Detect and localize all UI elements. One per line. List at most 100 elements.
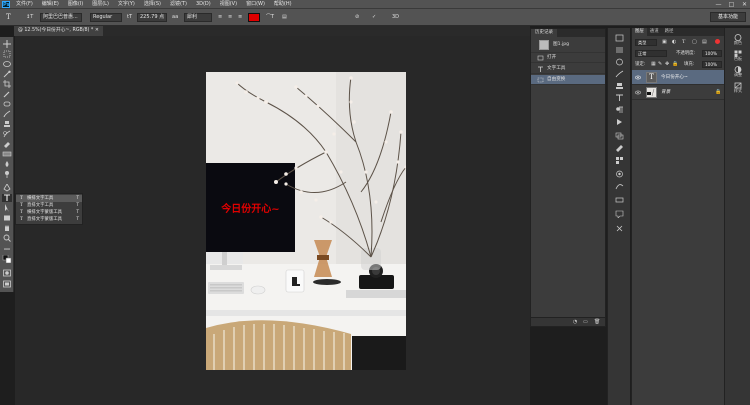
align-left-icon[interactable]: ≡ (218, 13, 222, 22)
menu-help[interactable]: 帮助(H) (274, 0, 292, 9)
close-button[interactable]: ✕ (741, 0, 748, 9)
color-swatches-icon[interactable] (2, 255, 12, 263)
document-tab[interactable]: @ 12.5%(今日份开心~, RGB/8) * ✕ (14, 26, 104, 36)
color-panel-button[interactable]: 颜色 (728, 34, 748, 45)
warp-text-icon[interactable]: ⌒T (266, 13, 274, 22)
tab-history[interactable]: 历史记录 (531, 29, 557, 37)
path-selection-tool-icon[interactable] (2, 204, 12, 212)
toggle-orientation-icon[interactable]: ↕T (26, 13, 33, 22)
canvas-text-layer[interactable]: 今日份开心~ (206, 200, 295, 215)
menu-filter[interactable]: 滤镜(T) (170, 0, 187, 9)
font-size-select[interactable]: 225.79 点 (137, 13, 167, 22)
history-step[interactable]: 文字工具 (531, 64, 605, 74)
commit-edit-icon[interactable]: ✓ (372, 13, 376, 22)
tab-paths[interactable]: 路径 (662, 28, 677, 36)
filter-smart-object-icon[interactable]: ▤ (702, 39, 707, 45)
tools-3d-panel-icon[interactable] (615, 224, 624, 232)
quick-select-tool-icon[interactable] (2, 70, 12, 78)
menu-file[interactable]: 文件(F) (16, 0, 33, 9)
document-canvas[interactable]: 今日份开心~ (206, 72, 406, 370)
eraser-tool-icon[interactable] (2, 140, 12, 148)
swatches-panel-button[interactable]: 色板 (728, 50, 748, 61)
history-step[interactable]: 打开 (531, 53, 605, 63)
maximize-button[interactable]: □ (728, 0, 735, 9)
channels-panel-icon[interactable] (615, 170, 624, 178)
clone-source-panel-icon[interactable] (615, 82, 624, 90)
fill-field[interactable]: 100% (702, 61, 722, 68)
layer-row-text[interactable]: T 今日份开心~ (632, 70, 725, 85)
align-right-icon[interactable]: ≡ (238, 13, 242, 22)
zoom-tool-icon[interactable] (2, 234, 12, 242)
menu-window[interactable]: 窗口(W) (246, 0, 265, 9)
text-color-swatch[interactable] (248, 13, 260, 22)
flyout-vertical-type[interactable]: T 直排文字工具 T (16, 202, 82, 209)
pen-tool-icon[interactable] (2, 184, 12, 192)
layer-comps-panel-icon[interactable] (615, 132, 624, 140)
paragraph-panel-icon[interactable] (615, 106, 624, 114)
lock-transparency-icon[interactable]: ▦ (651, 61, 656, 67)
font-family-select[interactable]: 阿里巴巴普惠... (40, 13, 82, 22)
layer-kind-filter[interactable]: 类型 (635, 39, 657, 46)
align-center-icon[interactable]: ≡ (228, 13, 232, 22)
new-document-from-state-icon[interactable]: ◔ (573, 319, 577, 325)
menu-layer[interactable]: 图层(L) (92, 0, 109, 9)
lock-all-icon[interactable]: 🔒 (672, 61, 678, 67)
styles-panel-button[interactable]: 样式 (728, 82, 748, 93)
history-step-selected[interactable]: 自由变换 (531, 75, 605, 85)
brush-panel-icon[interactable] (615, 70, 624, 78)
healing-brush-tool-icon[interactable] (2, 100, 12, 108)
flyout-vertical-type-mask[interactable]: T 直排文字蒙版工具 T (16, 216, 82, 223)
cancel-edit-icon[interactable]: ⊘ (355, 13, 359, 22)
visibility-eye-icon[interactable] (635, 90, 641, 95)
type-tool-icon[interactable] (2, 194, 12, 202)
flyout-horizontal-type-mask[interactable]: T 横排文字蒙版工具 T (16, 209, 82, 216)
lock-image-icon[interactable]: ✎ (658, 61, 662, 67)
edit-toolbar-icon[interactable] (2, 245, 12, 253)
flyout-horizontal-type[interactable]: T 横排文字工具 T (16, 195, 82, 202)
menu-view[interactable]: 视图(V) (220, 0, 237, 9)
crop-tool-icon[interactable] (2, 80, 12, 88)
notes-panel-icon[interactable] (615, 210, 624, 218)
layer-row-background[interactable]: 背景 🔒 (632, 85, 725, 100)
move-tool-icon[interactable] (2, 40, 12, 48)
hand-tool-icon[interactable] (2, 224, 12, 232)
rectangle-tool-icon[interactable] (2, 214, 12, 222)
swatches-panel-icon[interactable] (615, 156, 624, 164)
adjustments-panel-button[interactable]: 调整 (728, 66, 748, 77)
text-tool-preset-icon[interactable]: T (6, 13, 11, 22)
tool-presets-panel-icon[interactable] (615, 144, 624, 152)
blur-tool-icon[interactable] (2, 160, 12, 168)
visibility-eye-icon[interactable] (635, 75, 641, 80)
blend-mode-select[interactable]: 正常 (635, 50, 667, 57)
history-snapshot[interactable]: 图1.jpg (531, 37, 605, 53)
3d-text-icon[interactable]: 3D (392, 13, 399, 22)
menu-edit[interactable]: 编辑(E) (42, 0, 59, 9)
character-panel-icon[interactable] (615, 94, 624, 102)
tab-channels[interactable]: 通道 (647, 28, 662, 36)
info-panel-icon[interactable] (615, 58, 624, 66)
workspace-select[interactable]: 基本功能 (710, 12, 746, 22)
menu-select[interactable]: 选择(S) (144, 0, 161, 9)
filter-shape-icon[interactable]: ▢ (692, 39, 697, 45)
filter-type-icon[interactable]: T (682, 39, 685, 45)
screen-mode-icon[interactable] (2, 280, 12, 288)
tab-layers[interactable]: 图层 (632, 28, 647, 36)
history-panel-icon[interactable] (615, 34, 624, 42)
filter-adjustment-icon[interactable]: ◐ (672, 39, 676, 45)
antialias-select[interactable]: 犀利 (184, 13, 212, 22)
gradient-tool-icon[interactable] (2, 150, 12, 158)
minimize-button[interactable]: — (715, 0, 722, 9)
timeline-panel-icon[interactable] (615, 196, 624, 204)
menu-type[interactable]: 文字(Y) (118, 0, 135, 9)
lasso-tool-icon[interactable] (2, 60, 12, 68)
properties-panel-icon[interactable] (615, 46, 624, 54)
lock-position-icon[interactable]: ✥ (665, 61, 669, 67)
menu-image[interactable]: 图像(I) (68, 0, 83, 9)
filter-toggle-icon[interactable] (715, 39, 720, 44)
menu-3d[interactable]: 3D(D) (196, 0, 211, 9)
filter-pixel-icon[interactable]: ▣ (662, 39, 667, 45)
quick-mask-icon[interactable] (2, 269, 12, 277)
actions-panel-icon[interactable] (615, 118, 624, 126)
character-panel-icon[interactable]: ▤ (282, 13, 287, 22)
delete-state-icon[interactable]: 🗑 (594, 319, 600, 325)
